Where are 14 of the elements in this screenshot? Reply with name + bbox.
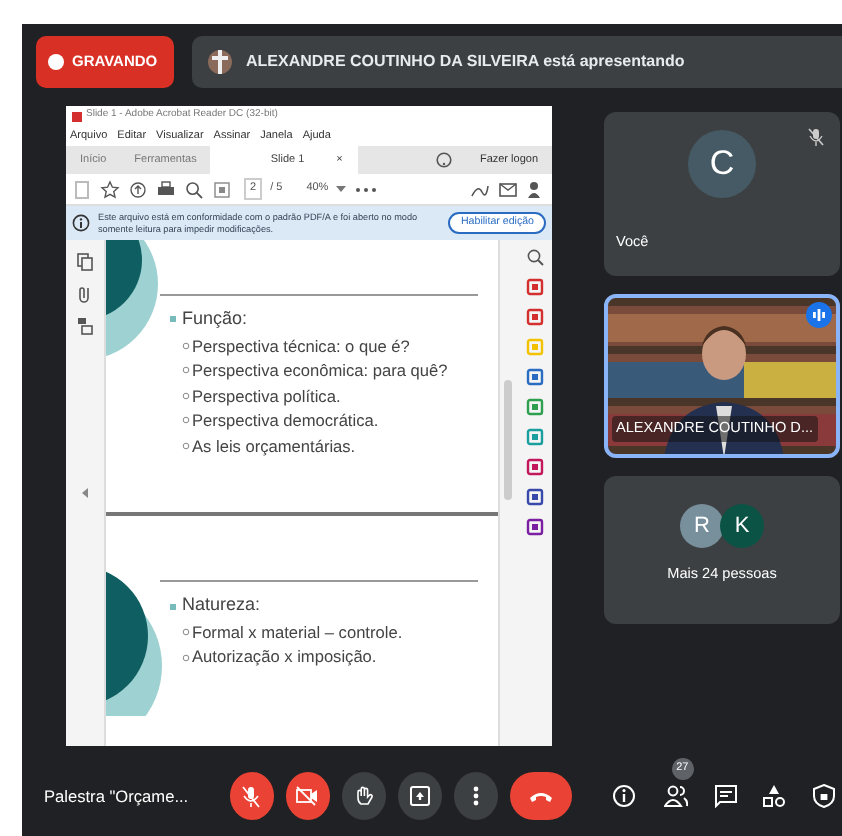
slide-bullet: Perspectiva econômica: para quê? (192, 358, 448, 383)
meeting-title: Palestra "Orçame... (44, 783, 191, 809)
slide-bullet: Autorização x imposição. (192, 644, 377, 670)
slide-bullet: Perspectiva democrática. (192, 408, 379, 433)
presenter-text: ALEXANDRE COUTINHO DA SILVEIRA está apresentando (246, 50, 685, 74)
slide-bullet: As leis orçamentárias. (192, 433, 356, 458)
slide-heading: Natureza: (182, 592, 261, 619)
slide-heading: Função: (182, 306, 248, 332)
avatar: C (688, 130, 756, 198)
avatar: K (720, 504, 764, 548)
slide-bullet: Perspectiva política. (192, 383, 341, 408)
slide-bullet: Perspectiva técnica: o que é? (192, 333, 410, 358)
avatar: R (680, 504, 724, 548)
slide-bullet: Formal x material – controle. (192, 619, 403, 645)
